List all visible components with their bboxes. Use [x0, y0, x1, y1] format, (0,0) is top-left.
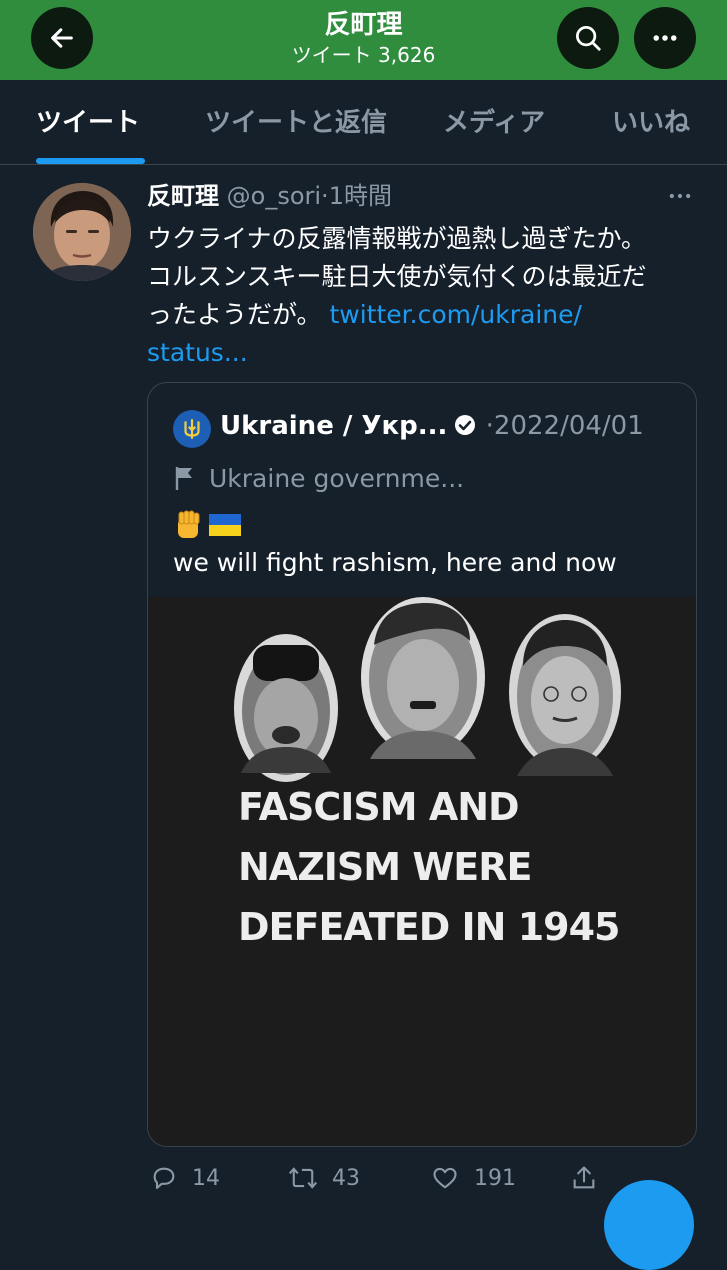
tweet-text: ウクライナの反露情報戦が過熱し過ぎたか。 コルスンスキー駐日大使が気付くのは最近… [147, 220, 707, 372]
tab-likes[interactable]: いいね [612, 106, 690, 140]
portrait-right [509, 614, 621, 776]
tab-tweets-replies[interactable]: ツイートと返信 [205, 106, 387, 140]
retweet-icon [288, 1167, 318, 1189]
reply-count: 14 [192, 1165, 220, 1191]
quote-separator: · [485, 411, 494, 441]
tweet-timestamp[interactable]: 1時間 [329, 182, 392, 210]
retweet-button[interactable]: 43 [288, 1164, 360, 1192]
more-horizontal-icon [669, 193, 691, 199]
quote-emoji [173, 508, 241, 542]
share-button[interactable] [570, 1164, 598, 1192]
retweet-count: 43 [332, 1165, 360, 1191]
profile-tabs: ツイート ツイートと返信 メディア いいね [0, 80, 727, 165]
quote-date[interactable]: 2022/04/01 [494, 411, 644, 441]
more-horizontal-icon [653, 35, 677, 41]
quote-header: Ukraine / Укр... ·2022/04/01 [220, 408, 644, 444]
more-button[interactable] [634, 7, 696, 69]
tweet-text-line: ったようだが。 [147, 300, 322, 329]
poster-text-line: FASCISM AND [238, 785, 520, 829]
active-tab-indicator [36, 158, 145, 164]
government-label: Ukraine governme... [173, 461, 464, 497]
like-count: 191 [474, 1165, 516, 1191]
quote-media-image[interactable]: FASCISM AND NAZISM WERE DEFEATED IN 1945 [148, 597, 696, 1146]
ukraine-flag-icon [209, 514, 241, 536]
tweet-link-continued[interactable]: status... [147, 334, 707, 372]
quote-text: we will fight rashism, here and now [173, 548, 617, 577]
tweet-author-handle[interactable]: @o_sori [227, 182, 321, 210]
compose-tweet-button[interactable] [604, 1180, 694, 1270]
tweet-text-line: ウクライナの反露情報戦が過熱し過ぎたか。 [147, 224, 647, 253]
poster-text-line: NAZISM WERE [238, 845, 532, 889]
reply-icon [153, 1167, 175, 1189]
tweet-header: 反町理 @o_sori·1時間 [147, 180, 392, 212]
portrait-center [361, 597, 485, 759]
tab-tweets[interactable]: ツイート [36, 106, 140, 140]
profile-header: 反町理 ツイート 3,626 [0, 0, 727, 80]
share-icon [573, 1166, 595, 1189]
verified-badge-icon [455, 415, 476, 435]
quoted-tweet[interactable]: Ukraine / Укр... ·2022/04/01 Ukraine gov… [147, 382, 697, 1147]
tweet-text-line: コルスンスキー駐日大使が気付くのは最近だ [147, 262, 647, 291]
tweet-author-name[interactable]: 反町理 [147, 182, 219, 210]
flag-icon [175, 467, 192, 490]
quote-avatar[interactable] [173, 410, 211, 448]
government-label-text: Ukraine governme... [209, 464, 465, 493]
search-button[interactable] [557, 7, 619, 69]
avatar[interactable] [33, 183, 131, 281]
quote-author-name[interactable]: Ukraine / Укр... [220, 411, 447, 441]
search-icon [576, 26, 601, 51]
tweet-link[interactable]: twitter.com/ukraine/ [329, 300, 581, 329]
poster-text-line: DEFEATED IN 1945 [238, 905, 620, 949]
heart-icon [433, 1167, 457, 1189]
reply-button[interactable]: 14 [150, 1164, 220, 1192]
like-button[interactable]: 191 [430, 1164, 516, 1192]
tweet-separator: · [321, 182, 329, 210]
tweet-more-button[interactable] [664, 180, 696, 212]
portrait-left [234, 634, 338, 782]
trident-icon [184, 419, 200, 439]
tab-media[interactable]: メディア [443, 106, 545, 140]
raised-fist-icon [178, 510, 200, 538]
